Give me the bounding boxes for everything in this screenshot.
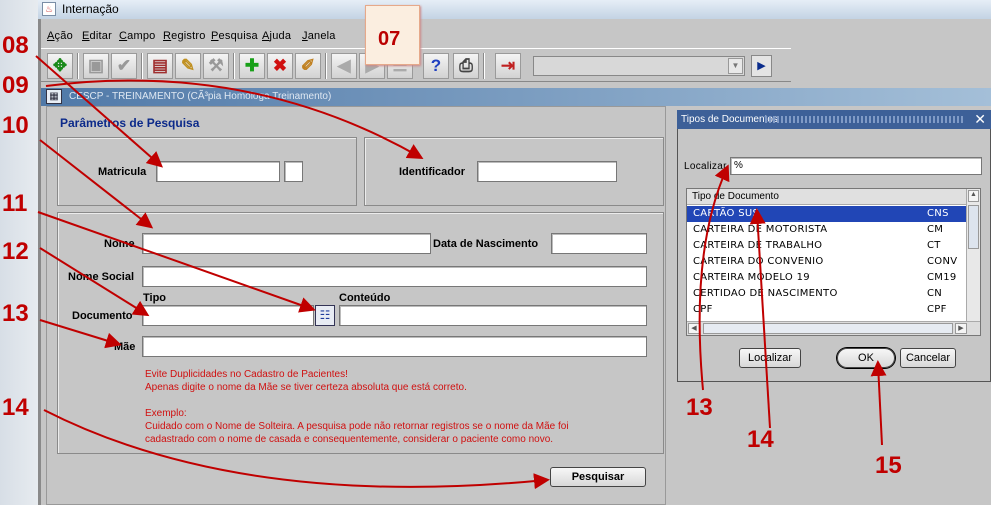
callout-13: 13 <box>2 300 29 327</box>
callout-12: 12 <box>2 238 29 265</box>
annotation-arrows <box>35 55 887 490</box>
callout-09: 09 <box>2 72 29 99</box>
callout-13-dialog: 13 <box>686 394 713 421</box>
arrow-14 <box>43 409 550 490</box>
arrow-08 <box>35 55 164 168</box>
arrow-15 <box>870 360 887 446</box>
callout-11: 11 <box>2 190 28 217</box>
arrow-14b <box>749 208 771 429</box>
callout-14-dialog: 14 <box>747 426 774 453</box>
arrow-13b <box>698 164 730 391</box>
callout-08: 08 <box>2 32 29 59</box>
callout-15: 15 <box>875 452 902 479</box>
arrow-12 <box>39 247 150 317</box>
arrow-13 <box>39 319 122 349</box>
arrow-10 <box>39 139 154 229</box>
callout-10: 10 <box>2 112 29 139</box>
arrow-09 <box>45 79 424 159</box>
arrow-11 <box>37 211 316 313</box>
callout-14: 14 <box>2 394 29 421</box>
